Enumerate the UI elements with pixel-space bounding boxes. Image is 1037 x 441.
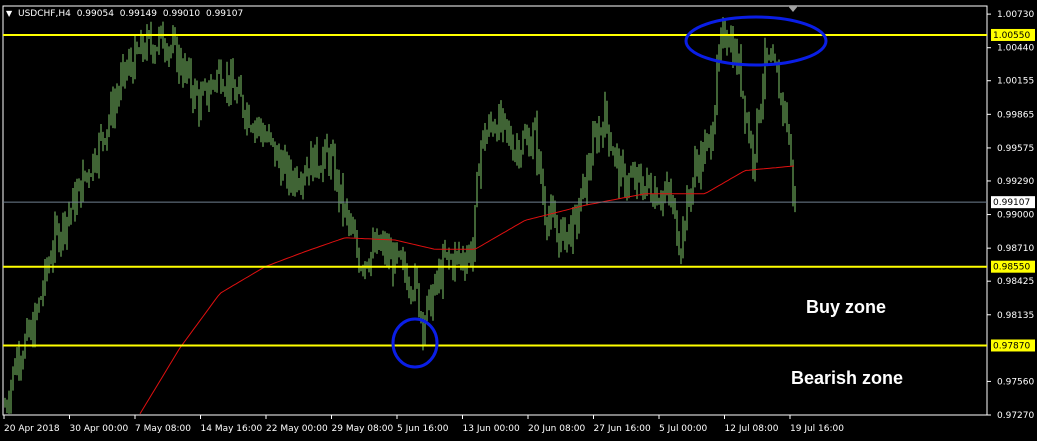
y-tick-label: 0.99290 xyxy=(997,177,1034,187)
x-tick-label: 22 May 00:00 xyxy=(266,424,328,434)
y-axis: 1.00730 1.00440 1.00155 0.99865 0.99575 0.992… xyxy=(987,10,1034,421)
x-tick-label: 30 Apr 00:00 xyxy=(70,424,129,434)
buy-zone-label: Buy zone xyxy=(806,297,886,317)
level-price-label: 0.97870 xyxy=(993,341,1030,351)
y-tick-label: 1.00440 xyxy=(997,44,1034,54)
y-tick-label: 0.99000 xyxy=(997,211,1034,221)
y-tick-label: 0.97560 xyxy=(997,377,1034,387)
level-price-label: 0.99107 xyxy=(993,198,1030,208)
header-close: 0.99107 xyxy=(206,9,243,19)
x-tick-label: 19 Jul 16:00 xyxy=(790,424,844,434)
y-tick-label: 0.99575 xyxy=(997,144,1034,154)
x-tick-label: 13 Jun 00:00 xyxy=(463,424,520,434)
y-tick-label: 1.00155 xyxy=(997,77,1034,87)
header-high: 0.99149 xyxy=(120,9,157,19)
x-tick-label: 12 Jul 08:00 xyxy=(725,424,779,434)
bearish-zone-label: Bearish zone xyxy=(791,368,903,388)
x-tick-label: 20 Jun 08:00 xyxy=(528,424,585,434)
x-axis: 20 Apr 2018 30 Apr 00:00 7 May 08:00 14 May… xyxy=(3,415,844,434)
plot-area xyxy=(2,5,988,416)
y-tick-label: 0.98425 xyxy=(997,277,1034,287)
y-tick-label: 0.98135 xyxy=(997,311,1034,321)
y-tick-label: 1.00730 xyxy=(997,10,1034,20)
x-tick-label: 27 Jun 16:00 xyxy=(594,424,651,434)
level-price-label: 1.00550 xyxy=(993,31,1030,41)
level-price-label: 0.98550 xyxy=(993,263,1030,273)
header-open: 0.99054 xyxy=(77,9,114,19)
chart-header: USDCHF,H4 0.99054 0.99149 0.99010 0.9910… xyxy=(18,9,243,19)
header-arrow-icon[interactable]: ▼ xyxy=(6,9,13,18)
x-tick-label: 7 May 08:00 xyxy=(135,424,191,434)
x-tick-label: 5 Jun 16:00 xyxy=(397,424,449,434)
y-tick-label: 0.99865 xyxy=(997,110,1034,120)
x-tick-label: 14 May 16:00 xyxy=(201,424,263,434)
header-symbol: USDCHF,H4 xyxy=(18,9,71,19)
header-low: 0.99010 xyxy=(163,9,200,19)
y-tick-label: 0.97270 xyxy=(997,411,1034,421)
y-tick-label: 0.98710 xyxy=(997,244,1034,254)
x-tick-label: 5 Jul 00:00 xyxy=(659,424,708,434)
price-chart: 1.005500.985500.978700.99107 1.007301.00… xyxy=(2,5,1035,434)
x-tick-label: 29 May 08:00 xyxy=(332,424,394,434)
x-tick-label: 20 Apr 2018 xyxy=(4,424,60,434)
